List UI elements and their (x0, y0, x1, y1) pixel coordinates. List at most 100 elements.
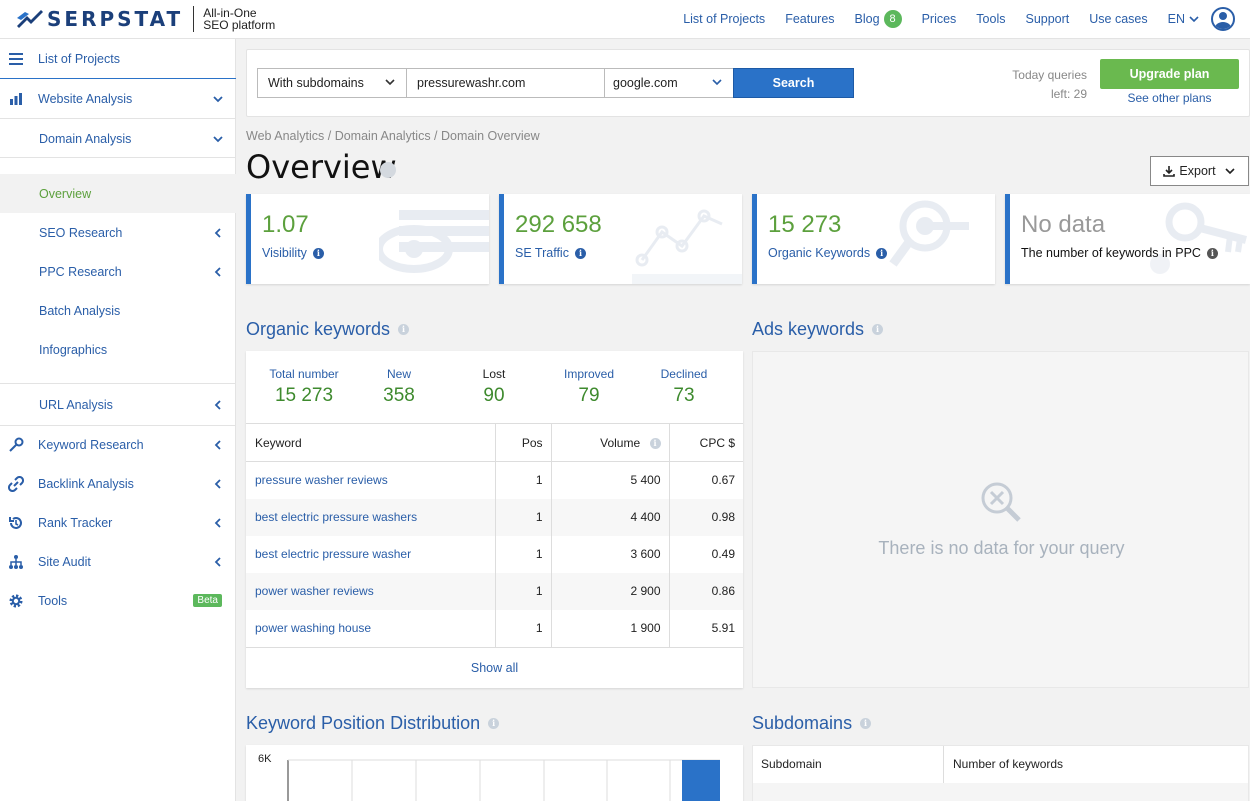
serpstat-logo[interactable]: SERPSTAT All-in-One SEO platform (15, 6, 275, 32)
language-selector[interactable]: EN (1168, 12, 1199, 26)
keyword-link[interactable]: best electric pressure washer (246, 535, 496, 573)
sidebar-item-rank-tracker[interactable]: Rank Tracker (0, 503, 236, 542)
sidebar-item-backlink-analysis[interactable]: Backlink Analysis (0, 464, 236, 503)
volume-cell: 3 600 (551, 535, 670, 573)
column-header-number-of-keywords[interactable]: Number of keywords (953, 746, 1063, 783)
ppc-keywords-label-text: The number of keywords in PPC (1021, 246, 1201, 260)
visibility-value: 1.07 (262, 211, 309, 238)
column-header-volume-label: Volume (600, 435, 641, 450)
sidebar-item-website-analysis[interactable]: Website Analysis (0, 79, 236, 118)
sidebar-label: Site Audit (38, 554, 91, 569)
export-button[interactable]: Export (1150, 156, 1249, 186)
serpstat-logo-icon (17, 10, 43, 28)
visibility-illustration-icon (379, 210, 489, 273)
sidebar-item-batch-analysis[interactable]: Batch Analysis (0, 291, 236, 330)
nav-blog[interactable]: Blog 8 (855, 10, 902, 28)
se-traffic-value: 292 658 (515, 211, 602, 238)
sidebar-item-ppc-research[interactable]: PPC Research (0, 252, 236, 291)
visibility-label: Visibility i (262, 246, 324, 260)
se-traffic-label: SE Traffic i (515, 246, 586, 260)
sidebar-item-site-audit[interactable]: Site Audit (0, 542, 236, 581)
brand-tagline: All-in-One SEO platform (203, 7, 275, 31)
nav-list-of-projects[interactable]: List of Projects (683, 12, 765, 26)
search-button[interactable]: Search (733, 68, 854, 98)
keyword-link[interactable]: power washer reviews (246, 572, 496, 610)
cpc-cell: 0.49 (711, 547, 735, 561)
see-other-plans-link[interactable]: See other plans (1100, 91, 1239, 105)
sidebar-item-infographics[interactable]: Infographics (0, 330, 236, 369)
sidebar-label: PPC Research (39, 264, 122, 279)
link-icon (8, 475, 24, 492)
traffic-chart-illustration-icon (632, 209, 742, 284)
sidebar-item-seo-research[interactable]: SEO Research (0, 213, 236, 252)
sidebar-label: Batch Analysis (39, 303, 121, 318)
keyword-link[interactable]: best electric pressure washers (246, 498, 496, 536)
queries-label: Today queries (1012, 68, 1087, 82)
nav-prices[interactable]: Prices (922, 12, 957, 26)
stat-new[interactable]: New 358 (372, 367, 426, 407)
chevron-left-icon (214, 266, 221, 277)
gear-icon (8, 593, 24, 609)
info-icon[interactable]: i (488, 718, 500, 729)
scope-select-value: With subdomains (268, 76, 364, 90)
search-engine-select[interactable]: google.com (604, 68, 734, 98)
domain-input-value: pressurewashr.com (417, 76, 526, 90)
stat-improved[interactable]: Improved 79 (559, 367, 619, 407)
info-icon[interactable]: i (872, 324, 884, 335)
nav-support[interactable]: Support (1025, 12, 1069, 26)
scope-select[interactable]: With subdomains (257, 68, 407, 98)
column-header-pos[interactable]: Pos (495, 423, 552, 462)
divider (943, 746, 944, 783)
se-traffic-label-text: SE Traffic (515, 246, 569, 260)
column-header-subdomain[interactable]: Subdomain (761, 746, 822, 783)
column-header-volume[interactable]: Volume i (551, 423, 670, 462)
sidebar-label: URL Analysis (39, 397, 113, 412)
volume-cell: 2 900 (551, 572, 670, 610)
sidebar-item-tools[interactable]: Tools Beta (0, 581, 236, 620)
subdomains-table: Subdomain Number of keywords (752, 745, 1249, 801)
stat-lost: Lost 90 (467, 367, 521, 407)
chart-bar[interactable] (682, 760, 720, 801)
sidebar-label: Infographics (39, 342, 108, 357)
search-engine-value: google.com (613, 76, 678, 90)
info-icon[interactable]: i (860, 718, 872, 729)
info-icon[interactable]: i (876, 247, 888, 259)
info-icon[interactable]: i (312, 247, 324, 259)
blog-count-badge: 8 (883, 10, 902, 28)
show-all-link[interactable]: Show all (246, 647, 743, 688)
chevron-left-icon (214, 227, 221, 238)
stat-total-number[interactable]: Total number 15 273 (268, 367, 340, 407)
sidebar-item-list-of-projects[interactable]: List of Projects (0, 39, 236, 78)
stat-declined[interactable]: Declined 73 (654, 367, 714, 407)
sidebar-item-keyword-research[interactable]: Keyword Research (0, 425, 236, 464)
nav-blog-label: Blog (854, 12, 880, 26)
organic-keywords-stats: Total number 15 273 New 358 Lost 90 Impr… (246, 351, 743, 423)
breadcrumb[interactable]: Web Analytics / Domain Analytics / Domai… (246, 129, 540, 143)
user-avatar-icon[interactable] (1211, 7, 1235, 31)
info-icon[interactable]: i (574, 247, 586, 259)
keyword-link[interactable]: pressure washer reviews (246, 461, 496, 499)
info-icon[interactable] (380, 162, 396, 178)
no-data-message: There is no data for your query (878, 538, 1125, 558)
sidebar-label: Website Analysis (38, 91, 133, 106)
upgrade-plan-button[interactable]: Upgrade plan (1100, 59, 1239, 89)
keyword-link[interactable]: power washing house (246, 609, 496, 647)
sidebar-item-url-analysis[interactable]: URL Analysis (0, 385, 236, 424)
keyword-position-distribution-title: Keyword Position Distribution i (246, 713, 500, 734)
info-icon[interactable]: i (398, 324, 410, 335)
info-icon[interactable]: i (1206, 247, 1218, 259)
column-header-cpc[interactable]: CPC $ (669, 423, 743, 462)
cpc-cell: 5.91 (711, 621, 735, 635)
language-label: EN (1167, 12, 1185, 26)
domain-input[interactable]: pressurewashr.com (406, 68, 605, 98)
stat-label: Lost (482, 367, 506, 381)
info-icon[interactable]: i (649, 437, 661, 449)
sidebar-item-overview[interactable]: Overview (0, 174, 236, 213)
cpc-cell: 0.98 (669, 498, 743, 536)
nav-use-cases[interactable]: Use cases (1089, 12, 1147, 26)
nav-features[interactable]: Features (785, 12, 834, 26)
history-icon (8, 515, 24, 531)
nav-tools[interactable]: Tools (976, 12, 1005, 26)
column-header-keyword[interactable]: Keyword (246, 423, 496, 462)
sidebar-item-domain-analysis[interactable]: Domain Analysis (0, 119, 236, 158)
